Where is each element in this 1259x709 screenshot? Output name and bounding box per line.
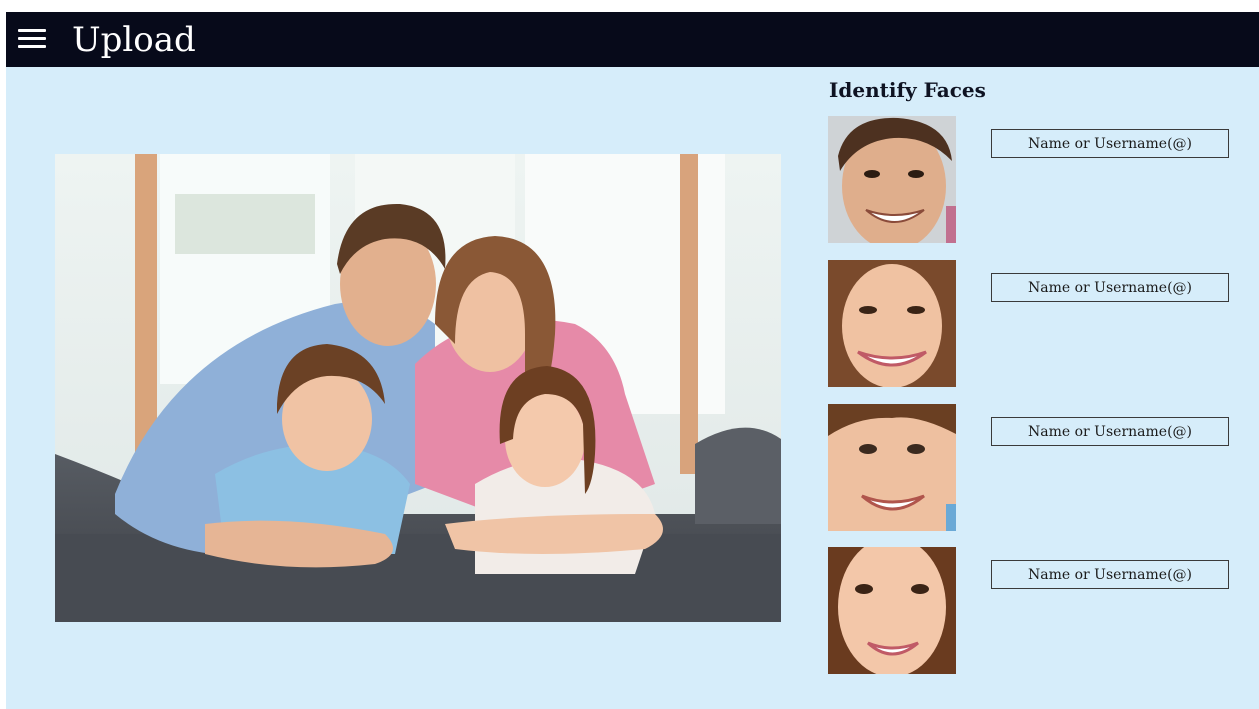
face-row	[828, 404, 1248, 532]
face-name-input[interactable]	[991, 560, 1229, 589]
face-name-input[interactable]	[991, 273, 1229, 302]
uploaded-family-photo	[55, 154, 781, 622]
face-thumbnail-girl	[828, 547, 956, 674]
face-thumbnail-man	[828, 116, 956, 243]
face-row	[828, 547, 1248, 675]
identify-faces-heading: Identify Faces	[829, 78, 986, 102]
upload-screen: Upload Identify Faces Name or Username(@…	[6, 12, 1259, 709]
top-app-bar: Upload	[6, 12, 1259, 67]
face-name-input[interactable]	[991, 129, 1229, 158]
face-row	[828, 260, 1248, 388]
page-title: Upload	[72, 20, 196, 60]
face-thumbnail-boy	[828, 404, 956, 531]
hamburger-menu-icon[interactable]	[18, 26, 48, 52]
face-row	[828, 116, 1248, 244]
face-name-input[interactable]	[991, 417, 1229, 446]
face-thumbnail-woman	[828, 260, 956, 387]
